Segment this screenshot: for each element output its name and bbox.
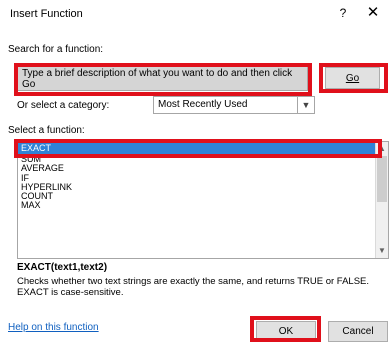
search-input[interactable]: Type a brief description of what you wan… [17, 66, 308, 91]
function-list[interactable]: EXACT SUM AVERAGE IF HYPERLINK COUNT MAX… [17, 141, 389, 259]
function-description: Checks whether two text strings are exac… [17, 276, 370, 298]
go-button-label: Go [345, 73, 360, 84]
function-item-hyperlink[interactable]: HYPERLINK [18, 182, 388, 192]
question-mark-icon[interactable]: ? [335, 5, 351, 21]
function-item-max[interactable]: MAX [18, 201, 388, 211]
function-item-sum[interactable]: SUM [18, 154, 388, 164]
help-on-function-link[interactable]: Help on this function [8, 322, 99, 333]
cancel-button[interactable]: Cancel [328, 321, 388, 342]
insert-function-dialog: Insert Function ? ✕ Search for a functio… [0, 0, 390, 342]
category-dropdown[interactable]: Most Recently Used ▼ [153, 96, 315, 114]
function-list-scrollbar[interactable]: ▲ ▼ [375, 142, 388, 258]
function-item-count[interactable]: COUNT [18, 191, 388, 201]
title-bar: Insert Function ? ✕ [0, 0, 390, 26]
function-item-if[interactable]: IF [18, 173, 388, 183]
close-icon[interactable]: ✕ [364, 4, 382, 22]
dialog-title: Insert Function [10, 8, 83, 20]
select-function-label: Select a function: [8, 125, 85, 136]
function-item-exact[interactable]: EXACT [18, 142, 388, 155]
function-signature: EXACT(text1,text2) [17, 262, 108, 273]
chevron-down-icon[interactable]: ▼ [297, 97, 314, 113]
function-item-average[interactable]: AVERAGE [18, 163, 388, 173]
ok-button[interactable]: OK [256, 321, 316, 342]
search-label: Search for a function: [8, 44, 104, 55]
scroll-down-arrow-icon[interactable]: ▼ [376, 245, 388, 257]
scroll-up-arrow-icon[interactable]: ▲ [376, 143, 388, 155]
scroll-thumb[interactable] [377, 156, 387, 202]
category-label: Or select a category: [17, 100, 110, 111]
go-button[interactable]: Go [325, 67, 380, 89]
category-selected-value: Most Recently Used [158, 99, 248, 110]
